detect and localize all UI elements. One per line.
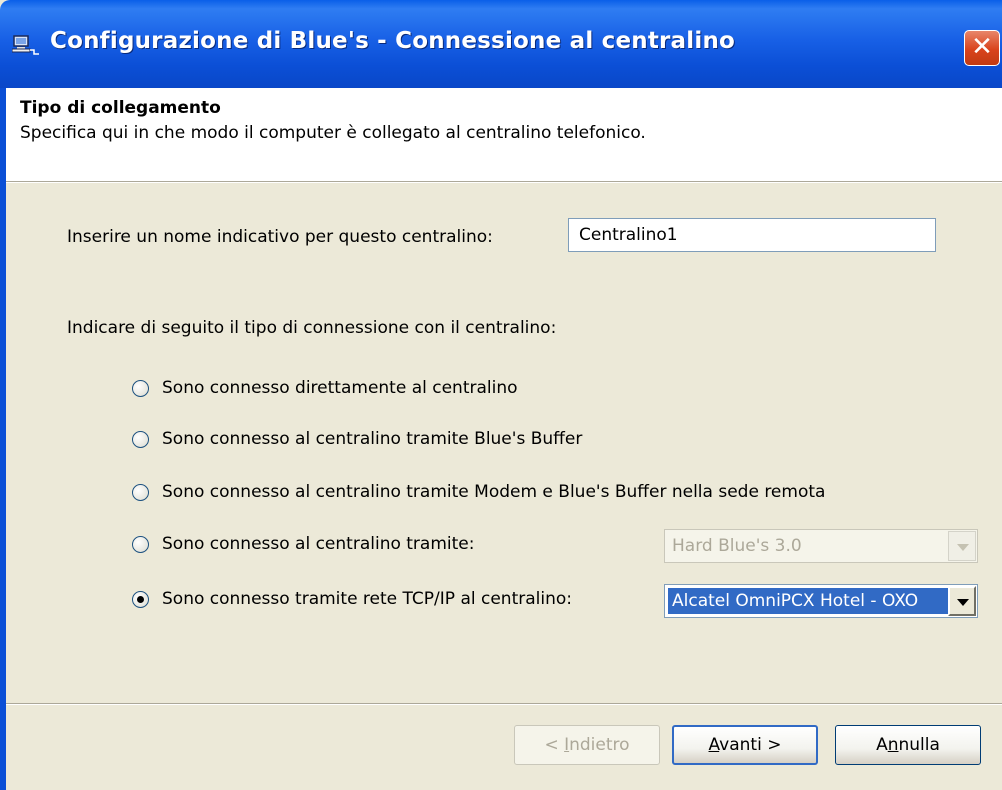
close-icon: ✕: [971, 32, 993, 62]
pbx-name-input[interactable]: Centralino1: [568, 218, 936, 252]
header-divider: [6, 182, 1002, 183]
close-button[interactable]: ✕: [964, 30, 1000, 66]
radio-buffer-label[interactable]: Sono connesso al centralino tramite Blue…: [162, 429, 582, 449]
wizard-header: Tipo di collegamento Specifica qui in ch…: [6, 88, 1002, 182]
pbx-model-select[interactable]: Alcatel OmniPCX Hotel - OXO: [664, 584, 978, 618]
radio-selected-dot: [137, 596, 144, 603]
radio-tcpip-label[interactable]: Sono connesso tramite rete TCP/IP al cen…: [162, 589, 572, 609]
footer-divider: [6, 703, 1002, 705]
computer-network-icon: [12, 35, 39, 55]
radio-modem-buffer[interactable]: [132, 484, 149, 501]
title-bar[interactable]: Configurazione di Blue's - Connessione a…: [0, 0, 1002, 88]
page-title: Tipo di collegamento: [20, 98, 221, 118]
connection-type-label: Indicare di seguito il tipo di connessio…: [67, 318, 557, 338]
window-frame: [0, 88, 6, 790]
radio-modem-buffer-label[interactable]: Sono connesso al centralino tramite Mode…: [162, 482, 825, 502]
chevron-down-icon[interactable]: [948, 586, 976, 616]
next-button[interactable]: Avanti >: [672, 725, 818, 765]
cancel-button[interactable]: Annulla: [835, 725, 981, 765]
setup-dialog: Configurazione di Blue's - Connessione a…: [0, 0, 1002, 790]
back-button[interactable]: < Indietro: [514, 725, 660, 765]
radio-direct-label[interactable]: Sono connesso direttamente al centralino: [162, 378, 518, 398]
name-label: Inserire un nome indicativo per questo c…: [67, 227, 493, 247]
device-type-value: Hard Blue's 3.0: [672, 536, 802, 556]
pbx-model-value: Alcatel OmniPCX Hotel - OXO: [668, 588, 948, 614]
radio-device-label[interactable]: Sono connesso al centralino tramite:: [162, 534, 474, 554]
radio-tcpip[interactable]: [132, 591, 149, 608]
chevron-down-icon[interactable]: [948, 531, 976, 561]
window-title: Configurazione di Blue's - Connessione a…: [50, 28, 736, 54]
device-type-select[interactable]: Hard Blue's 3.0: [664, 529, 978, 563]
radio-direct[interactable]: [132, 380, 149, 397]
radio-device[interactable]: [132, 536, 149, 553]
radio-buffer[interactable]: [132, 431, 149, 448]
page-subtitle: Specifica qui in che modo il computer è …: [20, 123, 646, 143]
